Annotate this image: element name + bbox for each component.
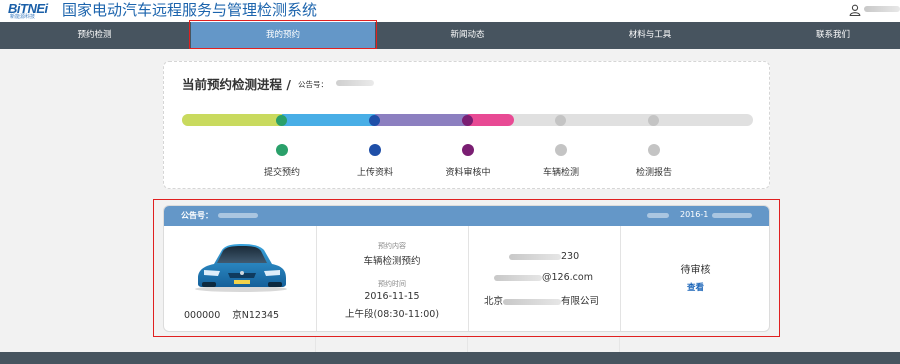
phone-redacted xyxy=(509,253,561,260)
user-icon[interactable] xyxy=(849,4,861,16)
logo-text: BiTNEi xyxy=(8,1,48,16)
vehicle-code: 000000 xyxy=(184,310,221,321)
step-label-report: 检测报告 xyxy=(635,168,672,178)
app-title: 国家电动汽车远程服务与管理检测系统 xyxy=(62,1,318,19)
company-redacted xyxy=(503,298,562,305)
progress-segment-2 xyxy=(282,114,375,126)
booking-progress-card: 当前预约检测进程 / 公告号： 提交预约 上传资料 资料审核中 车辆检测 检测报… xyxy=(163,61,770,189)
track-dot-review xyxy=(462,115,473,126)
booking-time-label: 预约时间 xyxy=(378,280,406,288)
booking-content-label: 预约内容 xyxy=(378,242,406,250)
notice-number-label: 公告号： xyxy=(298,80,328,89)
column-divider xyxy=(620,226,621,331)
contact-company: 北京 有限公司 xyxy=(484,293,599,307)
step-icon-review xyxy=(462,144,474,156)
vehicle-plate-row: 000000 京N12345 xyxy=(184,307,291,321)
license-plate: 京N12345 xyxy=(232,310,280,321)
footer-divider xyxy=(467,337,468,352)
booking-time-slot: 上午段(08:30-11:00) xyxy=(344,309,440,320)
booking-date: 2016-11-15 xyxy=(364,291,420,302)
order-date: 2016-1 xyxy=(680,210,709,219)
nav-item-news[interactable]: 新闻动态 xyxy=(375,22,560,49)
progress-segment-3 xyxy=(375,114,468,126)
footer-strip xyxy=(0,352,900,364)
booking-status: 待审核 xyxy=(680,265,711,276)
step-icon-submit xyxy=(276,144,288,156)
nav-item-contact-us[interactable]: 联系我们 xyxy=(740,22,900,49)
step-label-submit: 提交预约 xyxy=(263,168,300,178)
track-dot-submit xyxy=(276,115,287,126)
main-nav: 预约检测 我的预约 新闻动态 材料与工具 联系我们 xyxy=(0,22,900,49)
company-prefix: 北京 xyxy=(484,296,504,307)
email-suffix: @126.com xyxy=(542,272,593,283)
notice-number-redacted xyxy=(336,80,374,86)
order-meta-redacted xyxy=(647,213,669,218)
logo-subtext: 新能源科技 xyxy=(10,14,36,20)
step-icon-inspection xyxy=(555,144,567,156)
booking-order-card: 公告号： 2016-1 000000 京N12345 预约内容 车辆检测预约 预… xyxy=(163,205,770,332)
footer-divider xyxy=(315,337,316,352)
car-image xyxy=(195,244,287,292)
order-notice-redacted xyxy=(218,213,258,218)
step-icon-upload xyxy=(369,144,381,156)
contact-phone: 230 xyxy=(509,251,579,262)
contact-email: @126.com xyxy=(494,272,593,283)
order-date-redacted xyxy=(712,213,752,218)
progress-segment-4 xyxy=(468,114,514,126)
bitnei-logo[interactable]: BiTNEi 新能源科技 xyxy=(8,1,60,20)
progress-segment-1 xyxy=(182,114,282,126)
column-divider xyxy=(468,226,469,331)
progress-title: 当前预约检测进程 / xyxy=(182,77,291,92)
step-label-upload: 上传资料 xyxy=(356,168,393,178)
top-header: BiTNEi 新能源科技 国家电动汽车远程服务与管理检测系统 xyxy=(0,0,900,22)
company-suffix: 有限公司 xyxy=(561,296,600,307)
order-header: 公告号： 2016-1 xyxy=(164,206,769,226)
footer-divider xyxy=(619,337,620,352)
phone-suffix: 230 xyxy=(561,251,580,262)
step-label-inspection: 车辆检测 xyxy=(542,168,579,178)
step-label-review: 资料审核中 xyxy=(445,168,491,178)
nav-item-book-inspection[interactable]: 预约检测 xyxy=(0,22,189,49)
step-icon-report xyxy=(648,144,660,156)
nav-item-materials-tools[interactable]: 材料与工具 xyxy=(560,22,740,49)
order-notice-label: 公告号： xyxy=(181,211,213,220)
booking-content-value: 车辆检测预约 xyxy=(363,256,421,267)
track-dot-upload xyxy=(369,115,380,126)
view-details-link[interactable]: 查看 xyxy=(620,281,769,293)
track-dot-report xyxy=(648,115,659,126)
username-redacted xyxy=(864,6,900,12)
track-dot-inspection xyxy=(555,115,566,126)
email-redacted xyxy=(494,274,542,281)
nav-item-my-bookings[interactable]: 我的预约 xyxy=(191,22,375,49)
